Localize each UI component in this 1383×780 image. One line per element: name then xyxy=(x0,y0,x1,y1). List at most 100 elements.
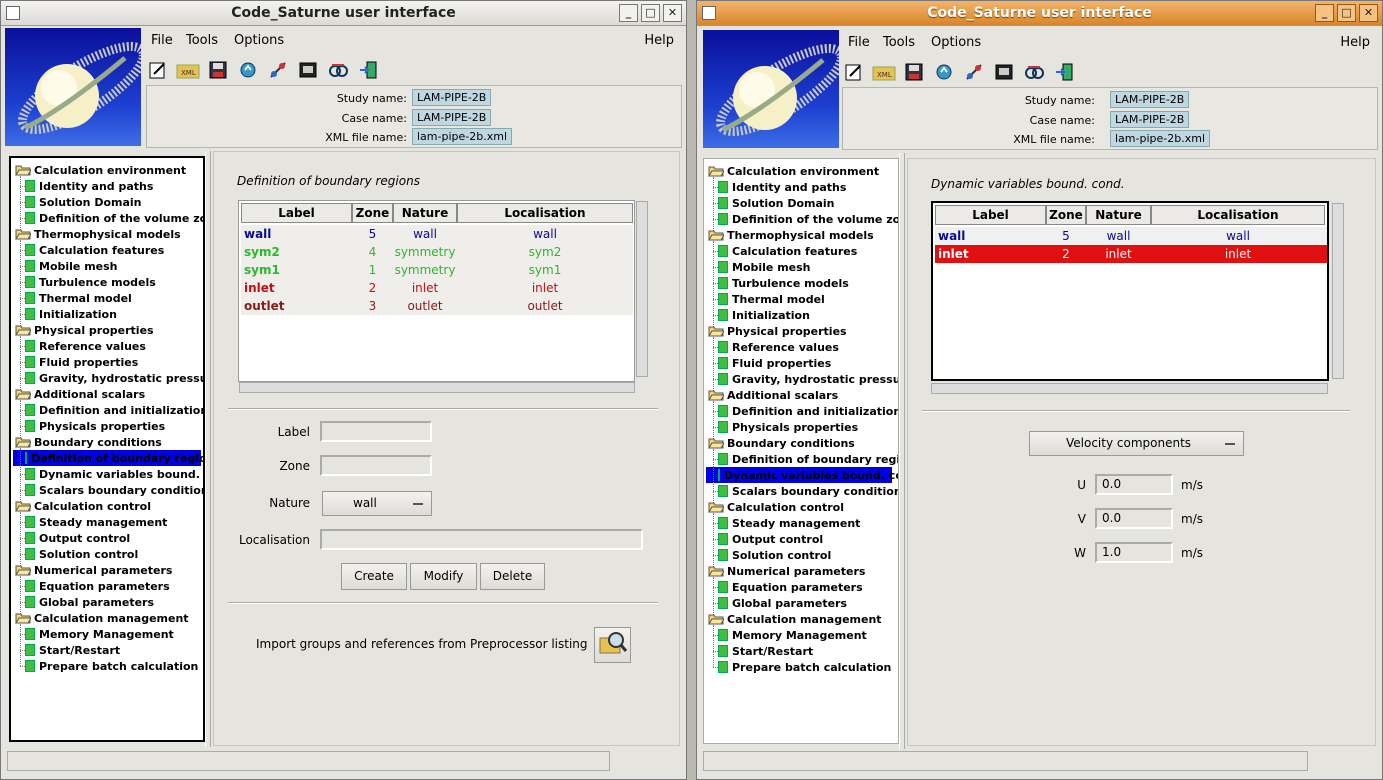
refresh-icon[interactable] xyxy=(236,58,260,82)
new-file-icon[interactable] xyxy=(146,58,170,82)
tree-item-solution-control[interactable]: Solution control xyxy=(25,546,138,562)
tree-item-definition-of-the-volume-zones[interactable]: Definition of the volume zones xyxy=(25,210,203,226)
menu-options[interactable]: Options xyxy=(931,35,981,50)
nature-select[interactable]: wall xyxy=(322,491,432,516)
u-input[interactable]: 0.0 xyxy=(1095,474,1173,495)
tree-item-fluid-properties[interactable]: Fluid properties xyxy=(718,355,831,371)
close-button[interactable]: ✕ xyxy=(663,4,682,22)
column-header-nature[interactable]: Nature xyxy=(1086,205,1151,225)
horizontal-scrollbar[interactable] xyxy=(239,382,635,393)
minimize-button[interactable]: _ xyxy=(1315,4,1334,22)
tree-item-solution-domain[interactable]: Solution Domain xyxy=(25,194,142,210)
tree-item-solution-control[interactable]: Solution control xyxy=(718,547,831,563)
save-icon[interactable] xyxy=(206,58,230,82)
splitter[interactable] xyxy=(899,153,905,749)
new-file-icon[interactable] xyxy=(842,60,866,84)
tree-item-start-restart[interactable]: Start/Restart xyxy=(25,642,120,658)
tree-item-turbulence-models[interactable]: Turbulence models xyxy=(25,274,156,290)
table-row[interactable]: wall 5 wall wall xyxy=(241,225,633,243)
horizontal-scrollbar[interactable] xyxy=(931,383,1328,394)
exit-icon[interactable] xyxy=(356,58,380,82)
tree-item-numerical-parameters[interactable]: Numerical parameters xyxy=(708,563,865,579)
column-header-localisation[interactable]: Localisation xyxy=(1151,205,1325,225)
velocity-components-select[interactable]: Velocity components xyxy=(1029,431,1244,456)
preprocessor-icon[interactable] xyxy=(992,60,1016,84)
menu-tools[interactable]: Tools xyxy=(186,33,218,48)
tree-item-turbulence-models[interactable]: Turbulence models xyxy=(718,275,849,291)
tree-item-boundary-conditions[interactable]: Boundary conditions xyxy=(708,435,855,451)
tree-item-start-restart[interactable]: Start/Restart xyxy=(718,643,813,659)
column-header-label[interactable]: Label xyxy=(935,205,1046,225)
tree-item-global-parameters[interactable]: Global parameters xyxy=(718,595,847,611)
column-header-zone[interactable]: Zone xyxy=(352,203,393,223)
localisation-input[interactable] xyxy=(320,529,643,550)
maximize-button[interactable]: □ xyxy=(641,4,660,22)
delete-button[interactable]: Delete xyxy=(480,563,545,590)
tree-item-calculation-management[interactable]: Calculation management xyxy=(15,610,189,626)
tree-item-calculation-control[interactable]: Calculation control xyxy=(15,498,151,514)
tree-item-calculation-features[interactable]: Calculation features xyxy=(718,243,857,259)
label-input[interactable] xyxy=(320,421,432,442)
menu-file[interactable]: File xyxy=(848,35,870,50)
tree-item-solution-domain[interactable]: Solution Domain xyxy=(718,195,835,211)
tree-item-calculation-environment[interactable]: Calculation environment xyxy=(708,163,879,179)
tree-item-gravity-hydrostatic-pressure[interactable]: Gravity, hydrostatic pressure xyxy=(718,371,898,387)
tree-item-prepare-batch-calculation[interactable]: Prepare batch calculation xyxy=(25,658,198,674)
tree-item-global-parameters[interactable]: Global parameters xyxy=(25,594,154,610)
table-row[interactable]: inlet 2 inlet inlet xyxy=(935,245,1327,263)
preprocessor-icon[interactable] xyxy=(296,58,320,82)
open-xml-icon[interactable]: XML xyxy=(872,60,896,84)
tree-item-calculation-control[interactable]: Calculation control xyxy=(708,499,844,515)
title-bar[interactable]: Code_Saturne user interface _ □ ✕ xyxy=(697,1,1382,26)
tree-item-thermophysical-models[interactable]: Thermophysical models xyxy=(708,227,874,243)
table-row[interactable]: sym2 4 symmetry sym2 xyxy=(241,243,633,261)
tree-item-physicals-properties[interactable]: Physicals properties xyxy=(25,418,165,434)
w-input[interactable]: 1.0 xyxy=(1095,542,1173,563)
close-button[interactable]: ✕ xyxy=(1359,4,1378,22)
tree-item-dynamic-variables-bound-cond[interactable]: Dynamic variables bound. cond. xyxy=(25,466,203,482)
minimize-button[interactable]: _ xyxy=(619,4,638,22)
menu-file[interactable]: File xyxy=(151,33,173,48)
tree-item-steady-management[interactable]: Steady management xyxy=(25,514,167,530)
v-input[interactable]: 0.0 xyxy=(1095,508,1173,529)
table-row[interactable]: sym1 1 symmetry sym1 xyxy=(241,261,633,279)
tree-item-definition-and-initialization[interactable]: Definition and initialization xyxy=(25,402,203,418)
save-icon[interactable] xyxy=(902,60,926,84)
tree-item-identity-and-paths[interactable]: Identity and paths xyxy=(25,178,153,194)
column-header-localisation[interactable]: Localisation xyxy=(457,203,633,223)
refresh-icon[interactable] xyxy=(932,60,956,84)
tree-item-memory-management[interactable]: Memory Management xyxy=(25,626,174,642)
tree-item-physical-properties[interactable]: Physical properties xyxy=(708,323,847,339)
tree-item-initialization[interactable]: Initialization xyxy=(718,307,810,323)
table-row[interactable]: wall 5 wall wall xyxy=(935,227,1327,245)
tree-item-steady-management[interactable]: Steady management xyxy=(718,515,860,531)
tree-item-thermal-model[interactable]: Thermal model xyxy=(25,290,132,306)
tree-item-equation-parameters[interactable]: Equation parameters xyxy=(718,579,863,595)
tree-item-reference-values[interactable]: Reference values xyxy=(25,338,146,354)
tree-item-output-control[interactable]: Output control xyxy=(25,530,130,546)
satellite-icon[interactable] xyxy=(266,58,290,82)
tree-item-equation-parameters[interactable]: Equation parameters xyxy=(25,578,170,594)
navigation-tree[interactable]: Calculation environment Identity and path… xyxy=(703,158,899,744)
menu-options[interactable]: Options xyxy=(234,33,284,48)
create-button[interactable]: Create xyxy=(341,563,407,590)
open-xml-icon[interactable]: XML xyxy=(176,58,200,82)
tree-item-mobile-mesh[interactable]: Mobile mesh xyxy=(25,258,118,274)
modify-button[interactable]: Modify xyxy=(410,563,477,590)
tree-item-calculation-management[interactable]: Calculation management xyxy=(708,611,882,627)
tree-item-identity-and-paths[interactable]: Identity and paths xyxy=(718,179,846,195)
menu-help[interactable]: Help xyxy=(644,33,674,48)
tree-item-output-control[interactable]: Output control xyxy=(718,531,823,547)
exit-icon[interactable] xyxy=(1052,60,1076,84)
tree-item-fluid-properties[interactable]: Fluid properties xyxy=(25,354,138,370)
tree-item-memory-management[interactable]: Memory Management xyxy=(718,627,867,643)
maximize-button[interactable]: □ xyxy=(1337,4,1356,22)
tree-item-gravity-hydrostatic-pressure[interactable]: Gravity, hydrostatic pressure xyxy=(25,370,203,386)
zone-input[interactable] xyxy=(320,455,432,476)
column-header-nature[interactable]: Nature xyxy=(393,203,457,223)
tree-item-thermophysical-models[interactable]: Thermophysical models xyxy=(15,226,181,242)
splitter[interactable] xyxy=(205,151,211,747)
tree-item-thermal-model[interactable]: Thermal model xyxy=(718,291,825,307)
tree-item-definition-of-boundary-regions[interactable]: Definition of boundary regions xyxy=(718,451,898,467)
tree-item-physical-properties[interactable]: Physical properties xyxy=(15,322,154,338)
